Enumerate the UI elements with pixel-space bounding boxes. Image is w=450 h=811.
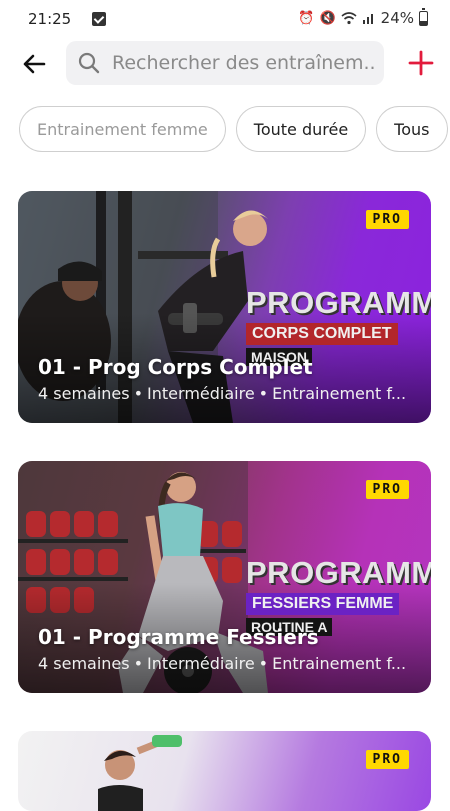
pro-badge: PRO xyxy=(365,480,409,499)
search-bar[interactable] xyxy=(66,41,384,85)
arrow-left-icon[interactable] xyxy=(18,48,50,80)
banner-title: PROGRAMME xyxy=(246,555,431,590)
chip-entrainement-femme[interactable]: Entrainement femme xyxy=(19,106,226,152)
program-category: Entrainement f... xyxy=(272,654,407,673)
banner-subtitle: CORPS COMPLET xyxy=(246,323,398,345)
program-category: Entrainement f... xyxy=(272,384,407,403)
program-card[interactable]: PRO PROGRAMME FESSIERS FEMME ROUTINE A 0… xyxy=(18,461,431,693)
checkbox-notification-icon xyxy=(92,12,106,26)
signal-icon xyxy=(362,14,373,24)
program-duration: 4 semaines xyxy=(38,384,130,403)
plus-icon[interactable] xyxy=(406,48,436,78)
program-duration: 4 semaines xyxy=(38,654,130,673)
battery-percent: 24% xyxy=(380,9,414,27)
pro-badge: PRO xyxy=(365,750,409,769)
chip-all[interactable]: Tous xyxy=(376,106,448,152)
status-icons: ⏰ 🔇 24% xyxy=(298,7,428,27)
header xyxy=(0,40,450,90)
wifi-icon xyxy=(341,12,357,25)
battery-icon xyxy=(419,7,428,26)
program-meta: 4 semaines • Intermédiaire • Entrainement f.… xyxy=(38,384,418,403)
separator-dot: • xyxy=(133,654,144,673)
banner-title: PROGRAMME xyxy=(246,285,431,320)
program-card[interactable]: PRO xyxy=(18,731,431,811)
status-bar: 21:25 ⏰ 🔇 24% xyxy=(0,0,450,36)
separator-dot: • xyxy=(258,654,269,673)
chip-duration[interactable]: Toute durée xyxy=(235,106,367,152)
program-meta: 4 semaines • Intermédiaire • Entrainement f.… xyxy=(38,654,418,673)
separator-dot: • xyxy=(133,384,144,403)
banner-subtitle: FESSIERS FEMME xyxy=(246,593,400,615)
separator-dot: • xyxy=(258,384,269,403)
search-input[interactable] xyxy=(110,51,376,75)
program-level: Intermédiaire xyxy=(147,384,255,403)
filter-chips: Entrainement femme Toute durée Tous xyxy=(19,106,450,152)
pro-badge: PRO xyxy=(365,210,409,229)
program-photo xyxy=(98,735,182,811)
program-level: Intermédiaire xyxy=(147,654,255,673)
alarm-icon: ⏰ xyxy=(298,10,315,26)
program-card[interactable]: PRO PROGRAMME CORPS COMPLET MAISON 01 - … xyxy=(18,191,431,423)
clock: 21:25 xyxy=(28,10,72,28)
program-title: 01 - Programme Fessiers xyxy=(38,625,319,649)
program-title: 01 - Prog Corps Complet xyxy=(38,355,313,379)
mute-icon: 🔇 xyxy=(319,10,336,26)
search-icon xyxy=(78,52,100,74)
